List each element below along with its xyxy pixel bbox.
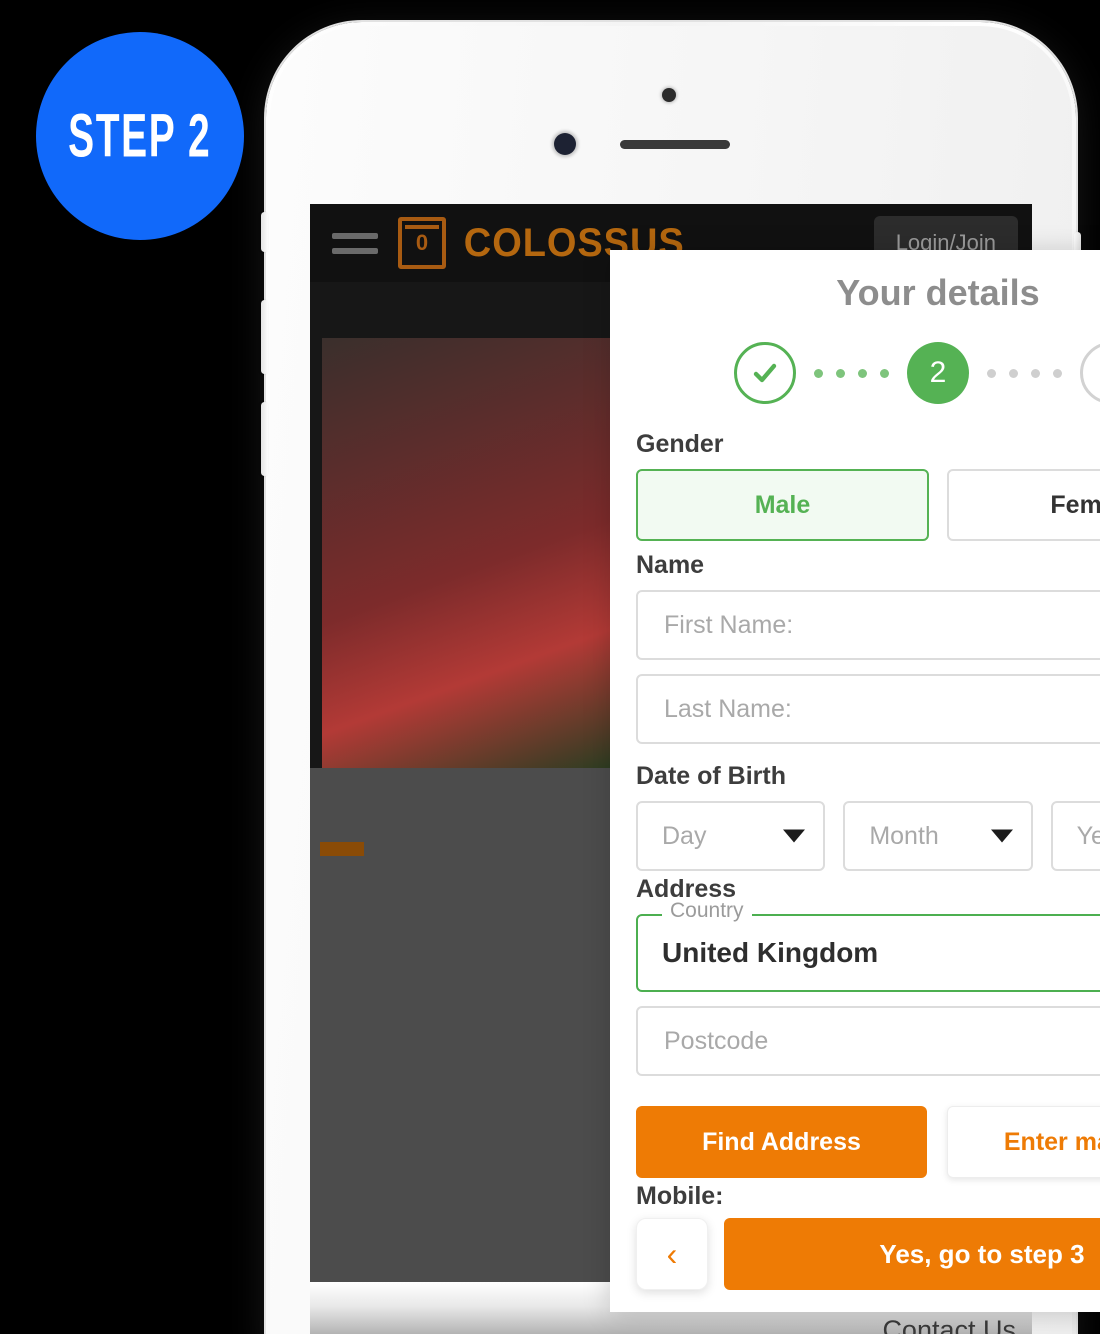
gender-option-male[interactable]: Male [636, 469, 929, 541]
enter-manually-button[interactable]: Enter manually [947, 1106, 1100, 1178]
country-legend-label: Country [662, 900, 752, 921]
gender-female-label: Female [1050, 490, 1100, 519]
gender-label: Gender [636, 430, 724, 458]
gender-option-female[interactable]: Female [947, 469, 1100, 541]
stepper-connector-1 [814, 368, 889, 378]
proximity-sensor-icon [554, 133, 576, 155]
gender-male-label: Male [754, 490, 811, 519]
last-name-input[interactable] [636, 674, 1100, 744]
modal-header: Your details [610, 250, 1100, 336]
stepper-connector-2 [987, 368, 1062, 378]
step-2-label: 2 [929, 356, 947, 389]
next-step-button[interactable]: Yes, go to step 3 [724, 1218, 1100, 1290]
modal-body: Gender Male Female Name Date of Birth Da… [610, 426, 1100, 1208]
check-icon [753, 363, 777, 383]
modal-footer: ‹ Yes, go to step 3 [610, 1208, 1100, 1312]
name-label: Name [636, 551, 705, 579]
chevron-down-icon [783, 829, 806, 843]
step-2-current[interactable]: 2 [907, 342, 969, 404]
silent-switch[interactable] [261, 212, 268, 252]
country-select[interactable]: United Kingdom [636, 914, 1100, 992]
dob-day-select[interactable]: Day [636, 801, 826, 871]
country-value: United Kingdom [662, 937, 879, 968]
back-button[interactable]: ‹ [636, 1218, 708, 1290]
earpiece-speaker [620, 140, 730, 149]
volume-down-button[interactable] [261, 402, 268, 476]
mobile-label: Mobile: [636, 1182, 724, 1208]
find-address-button[interactable]: Find Address [636, 1106, 927, 1178]
dob-year-select[interactable]: Year [1050, 801, 1100, 871]
page-title: Your details [836, 272, 1040, 313]
logo-mark-icon: 0 [398, 217, 446, 269]
accent-chip [320, 842, 364, 856]
postcode-input[interactable] [636, 1006, 1100, 1076]
first-name-input[interactable] [636, 590, 1100, 660]
date-of-birth-group: Day Month Year [636, 801, 1100, 871]
front-camera-icon [662, 88, 676, 102]
step-3-upcoming[interactable]: 3 [1080, 342, 1100, 404]
step-1-complete[interactable] [734, 342, 796, 404]
volume-up-button[interactable] [261, 300, 268, 374]
gender-option-group: Male Female [636, 469, 1100, 541]
dob-month-select[interactable]: Month [843, 801, 1033, 871]
chevron-down-icon [990, 829, 1013, 843]
step-badge-label: STEP 2 [68, 101, 212, 171]
phone-device-frame: 0 COLOSSUS Login/Join Contact Us Your de… [261, 22, 1100, 1334]
step-badge: STEP 2 [36, 32, 244, 240]
your-details-modal: Your details 2 Gender Male Fem Name Firs… [610, 250, 1100, 1312]
dob-day-value: Day [662, 821, 707, 850]
date-of-birth-label: Date of Birth [636, 762, 786, 790]
progress-stepper: 2 3 [610, 336, 1100, 426]
hamburger-icon[interactable] [332, 232, 378, 254]
contact-us-link[interactable]: Contact Us [882, 1315, 1016, 1334]
dob-year-value: Year [1076, 821, 1100, 850]
dob-month-value: Month [869, 821, 939, 850]
country-field: United Kingdom Country [636, 900, 1100, 992]
address-action-row: Find Address Enter manually [636, 1106, 1100, 1178]
screenshot-stage: STEP 2 0 COLOSSUS Login/Join Contact Us … [0, 0, 1100, 1334]
